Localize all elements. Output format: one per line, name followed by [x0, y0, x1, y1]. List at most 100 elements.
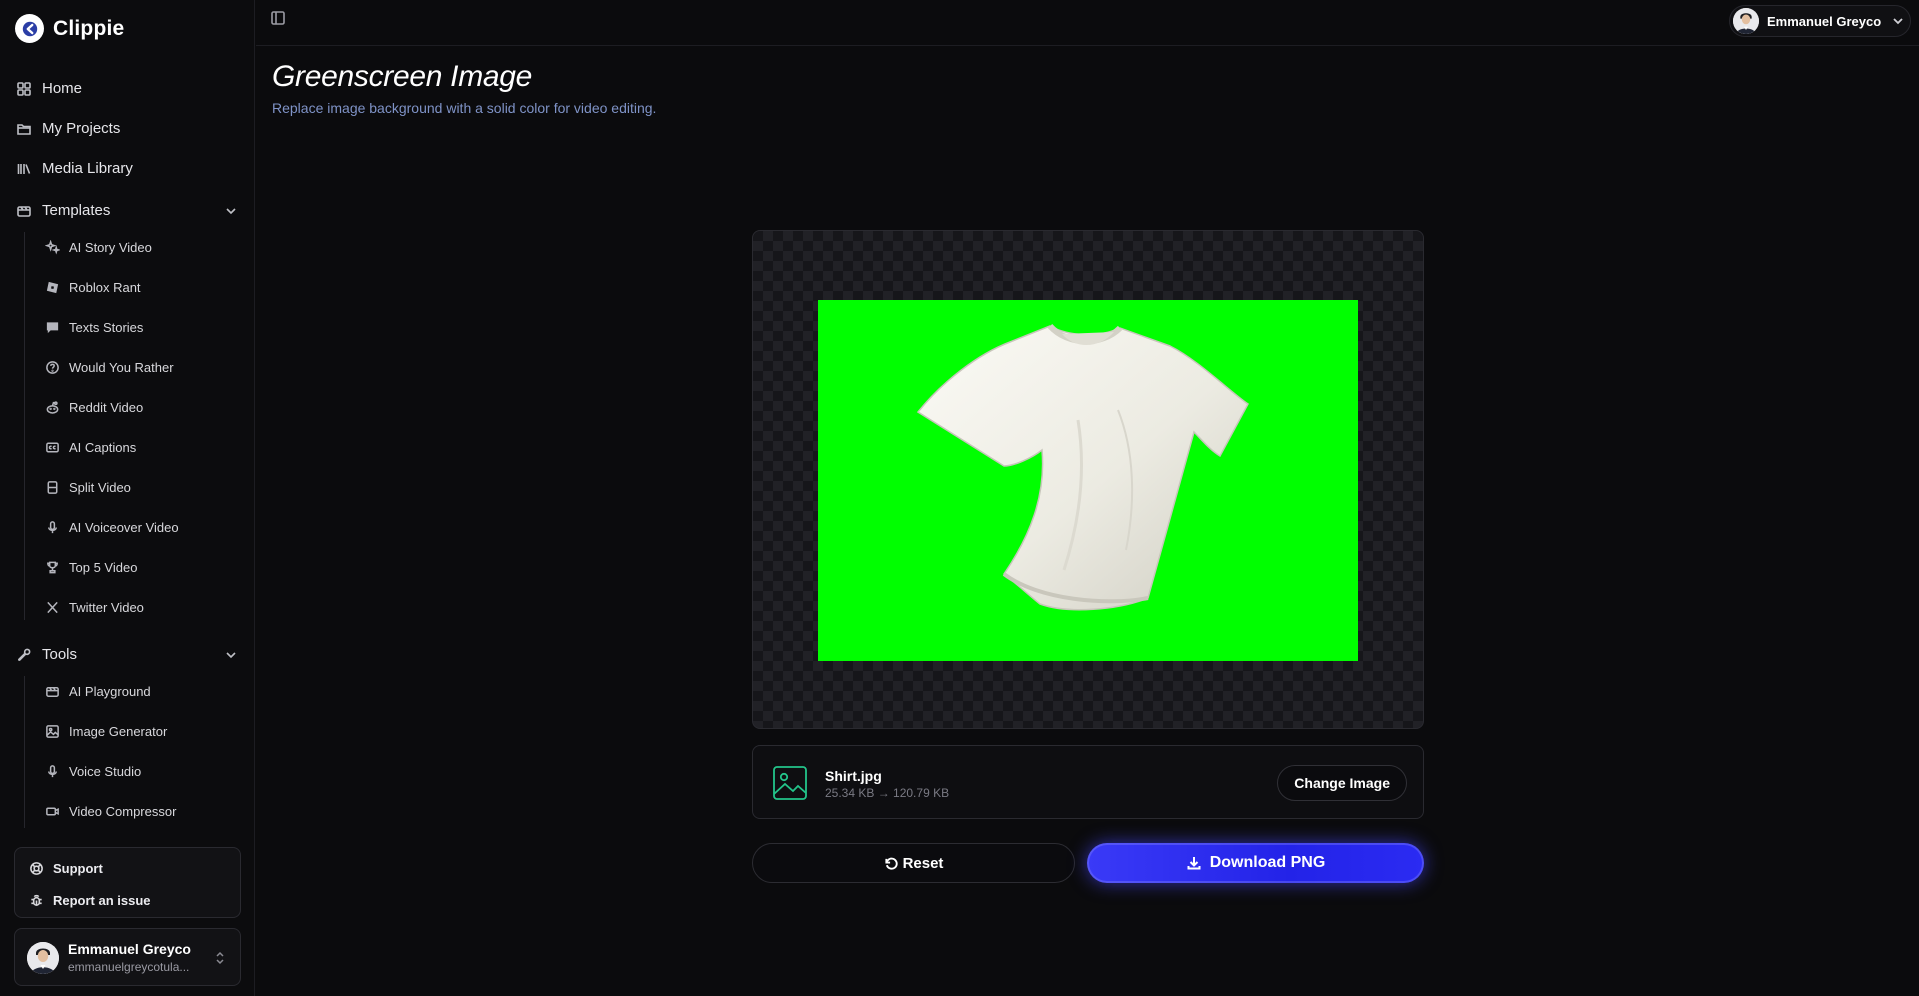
- template-split-video[interactable]: Split Video: [45, 480, 131, 495]
- mic-icon: [48, 765, 57, 778]
- user-email: emmanuelgreycotula...: [68, 960, 190, 974]
- message-icon: [46, 322, 59, 334]
- template-label: Texts Stories: [69, 320, 144, 335]
- trophy-icon: [47, 561, 58, 574]
- split-icon: [47, 481, 58, 494]
- wrench-icon: [18, 648, 31, 661]
- sparkles-icon: [45, 240, 60, 255]
- brand-name: Clippie: [53, 16, 125, 40]
- template-label: AI Voiceover Video: [69, 520, 179, 535]
- avatar: [27, 942, 59, 974]
- roblox-icon: [46, 281, 59, 294]
- folder-icon: [17, 123, 31, 135]
- template-texts-stories[interactable]: Texts Stories: [45, 320, 143, 335]
- template-label: Top 5 Video: [69, 560, 138, 575]
- change-image-button[interactable]: Change Image: [1277, 765, 1407, 801]
- tool-label: AI Playground: [69, 684, 151, 699]
- brand[interactable]: Clippie: [15, 14, 124, 43]
- tool-image-generator[interactable]: Image Generator: [45, 724, 167, 739]
- template-label: Twitter Video: [69, 600, 144, 615]
- template-ai-captions[interactable]: AI Captions: [45, 440, 136, 455]
- image-preview: [752, 230, 1424, 729]
- templates-rail: [24, 232, 25, 620]
- report-issue-link[interactable]: Report an issue: [29, 893, 151, 908]
- template-label: Would You Rather: [69, 360, 174, 375]
- nav-home[interactable]: Home: [16, 80, 82, 97]
- download-icon: [1187, 857, 1201, 870]
- chevron-up-down-icon: [216, 951, 224, 965]
- reddit-icon: [46, 401, 59, 414]
- sidebar-toggle-button[interactable]: [270, 10, 286, 26]
- account-dropdown[interactable]: Emmanuel Greyco: [1729, 5, 1911, 37]
- user-menu[interactable]: Emmanuel Greyco emmanuelgreycotula...: [14, 928, 241, 986]
- templates-label: Templates: [42, 202, 111, 219]
- mic-icon: [48, 521, 57, 534]
- template-would-you-rather[interactable]: Would You Rather: [45, 360, 174, 375]
- templates-icon: [17, 205, 31, 217]
- download-png-button[interactable]: Download PNG: [1087, 843, 1424, 883]
- video-icon: [46, 807, 59, 816]
- report-issue-label: Report an issue: [53, 893, 151, 908]
- rotate-ccw-icon: [884, 857, 898, 870]
- template-label: AI Story Video: [69, 240, 152, 255]
- user-name: Emmanuel Greyco: [68, 941, 191, 957]
- nav-my-projects[interactable]: My Projects: [16, 120, 120, 137]
- page-subtitle: Replace image background with a solid co…: [272, 100, 657, 116]
- file-name: Shirt.jpg: [825, 768, 882, 784]
- tool-label: Video Compressor: [69, 804, 177, 819]
- question-icon: [46, 361, 59, 374]
- template-ai-voiceover-video[interactable]: AI Voiceover Video: [45, 520, 179, 535]
- bug-icon: [31, 894, 42, 906]
- template-twitter-video[interactable]: Twitter Video: [45, 600, 144, 615]
- playground-icon: [46, 687, 59, 697]
- tool-label: Image Generator: [69, 724, 168, 739]
- lifebuoy-icon: [30, 862, 43, 875]
- chevron-down-icon: [226, 207, 236, 214]
- greenscreen-canvas: [818, 300, 1358, 661]
- template-ai-story-video[interactable]: AI Story Video: [45, 240, 152, 255]
- nav-media-library-label: Media Library: [42, 160, 133, 177]
- reset-label: Reset: [902, 854, 944, 872]
- templates-section-toggle[interactable]: Templates: [16, 202, 238, 219]
- template-label: Split Video: [69, 480, 131, 495]
- grid-icon: [17, 81, 31, 96]
- template-label: AI Captions: [69, 440, 137, 455]
- file-info-card: Shirt.jpg 25.34 KB → 120.79 KB Change Im…: [752, 745, 1424, 819]
- reset-button[interactable]: Reset: [752, 843, 1075, 883]
- support-panel: Support Report an issue: [14, 847, 241, 918]
- nav-home-label: Home: [42, 80, 83, 97]
- chevron-down-icon: [1893, 18, 1903, 25]
- shirt-image: [916, 323, 1249, 611]
- account-name: Emmanuel Greyco: [1767, 13, 1882, 29]
- tool-video-compressor[interactable]: Video Compressor: [45, 804, 176, 819]
- template-roblox-rant[interactable]: Roblox Rant: [45, 280, 141, 295]
- template-top-5-video[interactable]: Top 5 Video: [45, 560, 137, 575]
- template-label: Reddit Video: [69, 400, 144, 415]
- tool-ai-playground[interactable]: AI Playground: [45, 684, 151, 699]
- template-reddit-video[interactable]: Reddit Video: [45, 400, 143, 415]
- nav-my-projects-label: My Projects: [42, 120, 121, 137]
- page-title: Greenscreen Image: [272, 60, 533, 93]
- top-bar: Emmanuel Greyco: [256, 0, 1919, 46]
- avatar: [1733, 8, 1759, 34]
- tools-label: Tools: [42, 646, 78, 663]
- template-label: Roblox Rant: [69, 280, 141, 295]
- support-link[interactable]: Support: [29, 861, 103, 876]
- support-label: Support: [53, 861, 103, 876]
- image-icon: [46, 725, 59, 738]
- tool-label: Voice Studio: [69, 764, 142, 779]
- tools-section-toggle[interactable]: Tools: [16, 646, 238, 663]
- clippie-logo-icon: [15, 14, 44, 43]
- chevron-down-icon: [226, 651, 236, 658]
- panel-left-icon: [271, 11, 285, 25]
- nav-media-library[interactable]: Media Library: [16, 160, 133, 177]
- tool-voice-studio[interactable]: Voice Studio: [45, 764, 141, 779]
- captions-icon: [46, 442, 59, 453]
- file-size: 25.34 KB → 120.79 KB: [825, 786, 950, 800]
- x-logo-icon: [47, 601, 58, 614]
- image-file-icon: [771, 764, 809, 802]
- library-icon: [17, 163, 31, 174]
- tools-rail: [24, 676, 25, 828]
- sidebar: Clippie Home My Projects Media Library T…: [0, 0, 255, 996]
- download-label: Download PNG: [1209, 854, 1326, 871]
